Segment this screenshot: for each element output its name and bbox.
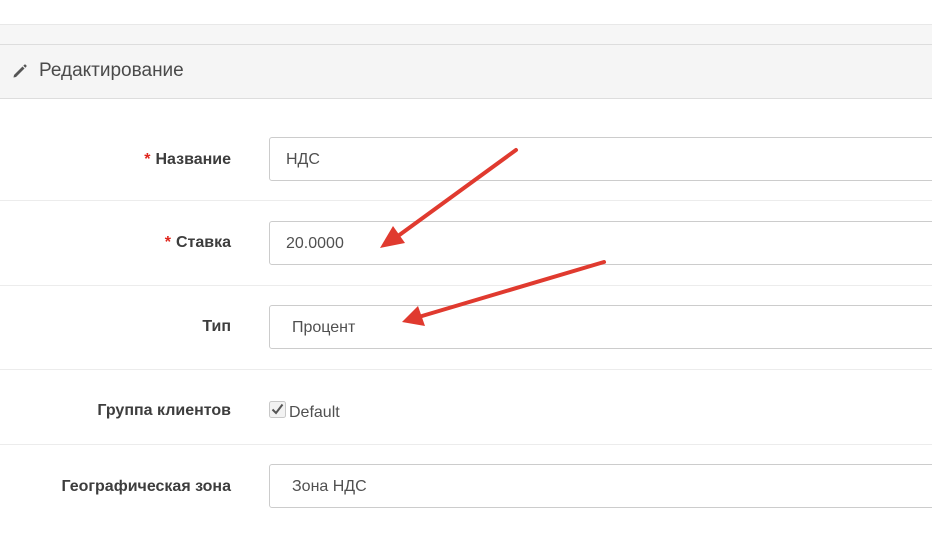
name-input-value: НДС bbox=[286, 151, 320, 168]
form-row-type: Тип Процент bbox=[0, 286, 932, 370]
form-row-customer-group: Группа клиентов Default bbox=[0, 370, 932, 445]
required-mark: * bbox=[144, 151, 151, 168]
form-row-name: * Название НДС bbox=[0, 100, 932, 201]
rate-label: * Ставка bbox=[165, 233, 231, 253]
customer-group-option-label[interactable]: Default bbox=[289, 403, 340, 423]
geo-zone-label: Географическая зона bbox=[61, 478, 231, 495]
tax-rate-edit-page: Редактирование * Название НДС * Ставка 20.… bbox=[0, 0, 932, 546]
customer-group-checkbox[interactable] bbox=[269, 401, 286, 418]
form-row-rate: * Ставка 20.0000 bbox=[0, 201, 932, 286]
top-bar bbox=[0, 0, 932, 25]
panel-heading: Редактирование bbox=[0, 44, 932, 99]
name-label: * Название bbox=[144, 150, 231, 170]
rate-input-value: 20.0000 bbox=[286, 235, 344, 252]
name-label-text: Название bbox=[155, 151, 231, 168]
customer-group-label: Группа клиентов bbox=[97, 402, 231, 419]
required-mark: * bbox=[164, 234, 171, 251]
panel-gap bbox=[0, 25, 932, 44]
type-label: Тип bbox=[202, 318, 231, 335]
geo-zone-select-value: Зона НДС bbox=[292, 478, 367, 495]
name-input[interactable]: НДС bbox=[269, 137, 932, 181]
rate-label-text: Ставка bbox=[175, 234, 231, 251]
rate-input[interactable]: 20.0000 bbox=[269, 221, 932, 265]
type-select-value: Процент bbox=[292, 319, 356, 336]
panel-title: Редактирование bbox=[39, 60, 184, 81]
pencil-icon bbox=[13, 64, 27, 78]
type-select[interactable]: Процент bbox=[269, 305, 932, 349]
geo-zone-select[interactable]: Зона НДС bbox=[269, 464, 932, 508]
form-row-geo-zone: Географическая зона Зона НДС bbox=[0, 445, 932, 546]
